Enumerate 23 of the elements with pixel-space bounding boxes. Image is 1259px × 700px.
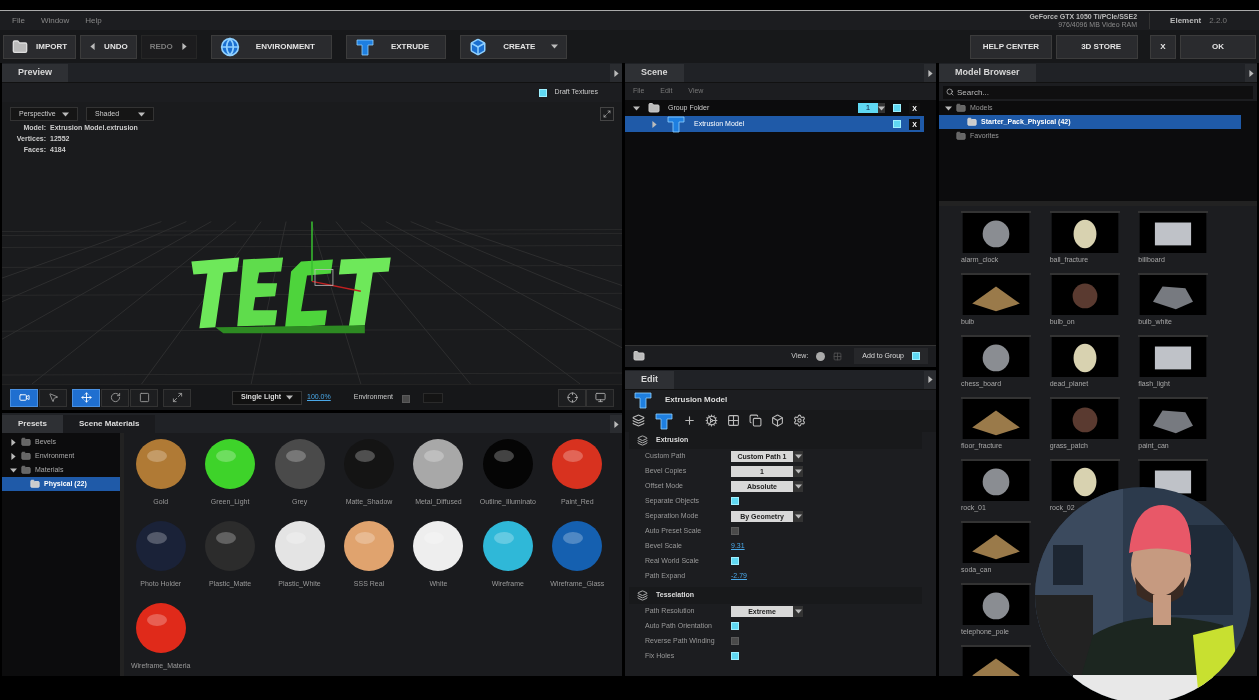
edit-title: Extrusion Model — [665, 393, 728, 406]
toolbar-button[interactable]: IMPORT — [3, 34, 77, 59]
toolbar-button[interactable]: ENVIRONMENT — [210, 34, 332, 59]
panel-tab[interactable]: Scene Materials — [62, 415, 156, 433]
search-field[interactable]: Search... — [943, 85, 1253, 99]
app-version: 2.2.0 — [1208, 14, 1228, 27]
panel-tab[interactable]: Preview — [2, 64, 69, 82]
toolbar-button[interactable]: UNDO — [80, 34, 137, 59]
menu-item[interactable]: File — [12, 14, 25, 27]
toolbar-button[interactable]: HELP CENTER — [969, 34, 1052, 59]
toolbar-button[interactable]: EXTRUDE — [345, 34, 447, 59]
toolbar-button[interactable]: OK — [1180, 34, 1256, 59]
toolbar-button[interactable]: X — [1150, 34, 1176, 59]
toolbar-button[interactable]: CREATE — [460, 34, 568, 59]
panel-tab[interactable]: Presets — [2, 415, 63, 433]
layer-dropdown[interactable]: 1 — [858, 103, 885, 113]
app-name: Element — [1169, 14, 1202, 27]
toolbar-button[interactable]: 3D STORE — [1056, 34, 1138, 59]
menu-item[interactable]: Window — [40, 14, 70, 27]
panel-tab[interactable]: Edit — [625, 370, 674, 389]
menu-item[interactable]: Help — [85, 14, 102, 27]
panel-tab[interactable]: Scene — [625, 64, 684, 82]
panel-tab[interactable]: Model Browser — [939, 64, 1036, 82]
